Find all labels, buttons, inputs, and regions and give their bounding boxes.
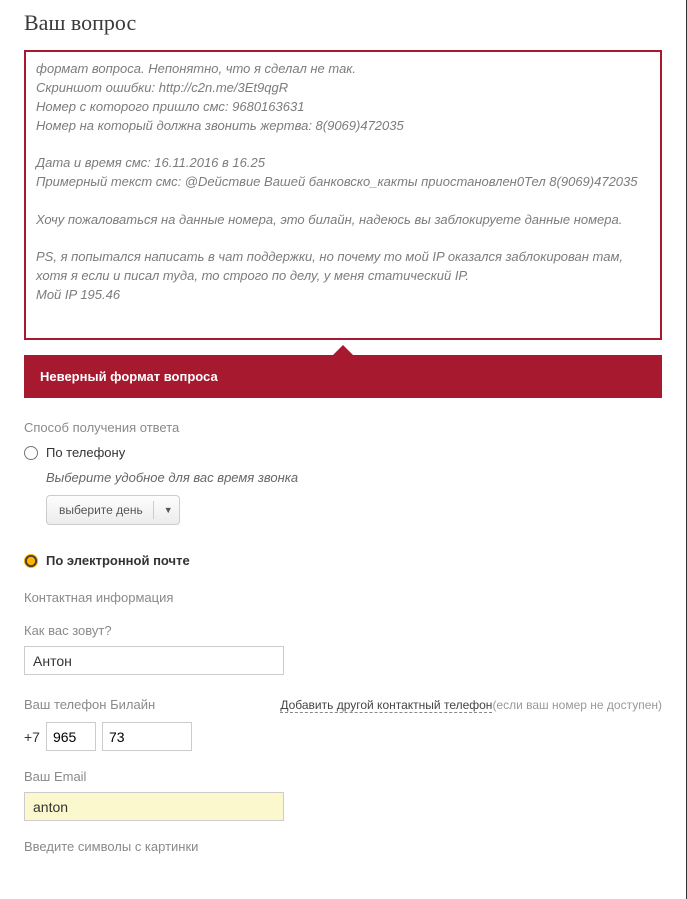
error-banner: Неверный формат вопроса — [24, 355, 662, 398]
phone-prefix: +7 — [24, 729, 40, 745]
page-title: Ваш вопрос — [24, 10, 662, 36]
question-textarea[interactable] — [24, 50, 662, 340]
radio-phone[interactable] — [24, 446, 38, 460]
phone-code-field[interactable] — [46, 722, 96, 751]
error-wrap: Неверный формат вопроса — [24, 355, 662, 398]
error-arrow-icon — [333, 345, 353, 355]
radio-phone-label: По телефону — [46, 445, 125, 460]
add-phone-suffix: (если ваш номер не доступен) — [492, 698, 662, 712]
phone-inputs: +7 — [24, 722, 662, 751]
phone-label: Ваш телефон Билайн — [24, 697, 155, 712]
email-label: Ваш Email — [24, 769, 662, 784]
form-container: Ваш вопрос Неверный формат вопроса Спосо… — [0, 0, 687, 899]
name-label: Как вас зовут? — [24, 623, 662, 638]
chevron-down-icon: ▼ — [164, 505, 173, 515]
captcha-label: Введите символы с картинки — [24, 839, 662, 854]
add-phone-wrap: Добавить другой контактный телефон(если … — [280, 697, 662, 712]
email-field[interactable] — [24, 792, 284, 821]
radio-phone-row[interactable]: По телефону — [24, 445, 662, 460]
name-field[interactable] — [24, 646, 284, 675]
select-divider — [153, 501, 154, 519]
phone-row: Ваш телефон Билайн Добавить другой конта… — [24, 697, 662, 712]
add-phone-link[interactable]: Добавить другой контактный телефон — [280, 698, 492, 713]
radio-email-label: По электронной почте — [46, 553, 190, 568]
radio-email-row[interactable]: По электронной почте — [24, 553, 662, 568]
radio-email[interactable] — [24, 554, 38, 568]
contact-section-label: Контактная информация — [24, 590, 662, 605]
error-text: Неверный формат вопроса — [40, 369, 218, 384]
reply-method-label: Способ получения ответа — [24, 420, 662, 435]
phone-time-hint: Выберите удобное для вас время звонка — [46, 470, 662, 485]
day-select[interactable]: выберите день ▼ — [46, 495, 180, 525]
day-select-value: выберите день — [59, 503, 143, 517]
phone-number-field[interactable] — [102, 722, 192, 751]
